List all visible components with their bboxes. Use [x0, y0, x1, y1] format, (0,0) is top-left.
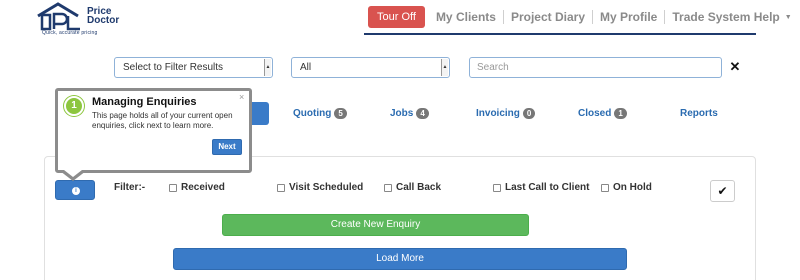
step-number-badge: 1	[64, 96, 84, 116]
apply-filter-button[interactable]: ✔	[710, 180, 735, 202]
tab-jobs[interactable]: Jobs 4	[390, 108, 429, 119]
nav-trade-system-help[interactable]: Trade System Help	[665, 10, 786, 24]
brand-name: Price Doctor	[87, 7, 120, 26]
checkbox-icon[interactable]	[493, 183, 501, 192]
checkbox-label: Received	[181, 182, 225, 193]
select-arrow-icon: ▲	[441, 59, 448, 76]
brand-line-2: Doctor	[87, 15, 120, 26]
filter-results-value: Select to Filter Results	[123, 62, 224, 73]
header-divider	[364, 33, 756, 35]
info-icon: i	[72, 187, 80, 195]
count-badge: 4	[416, 108, 429, 119]
checkbox-label: Call Back	[396, 182, 442, 193]
status-select[interactable]: All ▲	[291, 57, 450, 78]
next-button[interactable]: Next	[212, 139, 242, 155]
nav-my-clients[interactable]: My Clients	[429, 10, 503, 24]
select-arrow-icon: ▲	[264, 59, 271, 76]
checkbox-call-back[interactable]: Call Back	[384, 182, 441, 193]
count-badge: 0	[522, 108, 536, 119]
tab-reports[interactable]: Reports	[680, 108, 718, 119]
nav-my-profile[interactable]: My Profile	[593, 10, 664, 24]
tab-invoicing[interactable]: Invoicing 0	[476, 108, 536, 119]
checkbox-visit-scheduled[interactable]: Visit Scheduled	[277, 182, 363, 193]
count-badge: 1	[614, 108, 627, 119]
checkbox-icon[interactable]	[384, 183, 392, 192]
checkbox-icon[interactable]	[169, 183, 177, 192]
search-input[interactable]: Search	[469, 57, 722, 78]
popup-pointer-inner	[64, 170, 82, 177]
tab-quoting[interactable]: Quoting 5	[293, 108, 347, 119]
logo[interactable]: Price Doctor Quick, accurate pricing	[34, 2, 144, 36]
tab-label: Quoting	[293, 108, 332, 119]
popup-title: Managing Enquiries	[92, 96, 197, 108]
tab-label: Reports	[680, 108, 718, 119]
checkbox-label: Visit Scheduled	[289, 182, 364, 193]
tab-label: Jobs	[390, 108, 414, 119]
info-button[interactable]: i	[55, 180, 95, 200]
status-value: All	[300, 62, 312, 73]
close-icon[interactable]: ×	[239, 92, 244, 102]
checkbox-icon[interactable]	[601, 183, 609, 192]
filter-results-select[interactable]: Select to Filter Results ▲	[114, 57, 273, 78]
count-badge: 5	[334, 108, 347, 119]
tab-label: Invoicing	[476, 108, 520, 119]
popup-body: This page holds all of your current open…	[92, 111, 233, 130]
checkbox-received[interactable]: Received	[169, 182, 225, 193]
create-enquiry-button[interactable]: Create New Enquiry	[222, 214, 529, 236]
checkbox-on-hold[interactable]: On Hold	[601, 182, 652, 193]
checkmark-icon: ✔	[717, 184, 728, 198]
filter-label: Filter:-	[114, 182, 146, 193]
tagline: Quick, accurate pricing	[42, 30, 98, 36]
checkbox-label: On Hold	[613, 182, 652, 193]
checkbox-last-call[interactable]: Last Call to Client	[493, 182, 589, 193]
tab-closed[interactable]: Closed 1	[578, 108, 627, 119]
tour-off-button[interactable]: Tour Off	[368, 6, 425, 28]
nav-project-diary[interactable]: Project Diary	[504, 10, 592, 24]
top-nav: Tour Off My Clients Project Diary My Pro…	[368, 6, 792, 28]
house-logo-icon	[37, 2, 80, 31]
close-icon[interactable]: ✕	[724, 56, 746, 78]
checkbox-label: Last Call to Client	[505, 182, 590, 193]
load-more-button[interactable]: Load More	[173, 248, 627, 270]
checkbox-icon[interactable]	[277, 183, 285, 192]
chevron-down-icon[interactable]: ▼	[785, 14, 792, 21]
tab-label: Closed	[578, 108, 612, 119]
